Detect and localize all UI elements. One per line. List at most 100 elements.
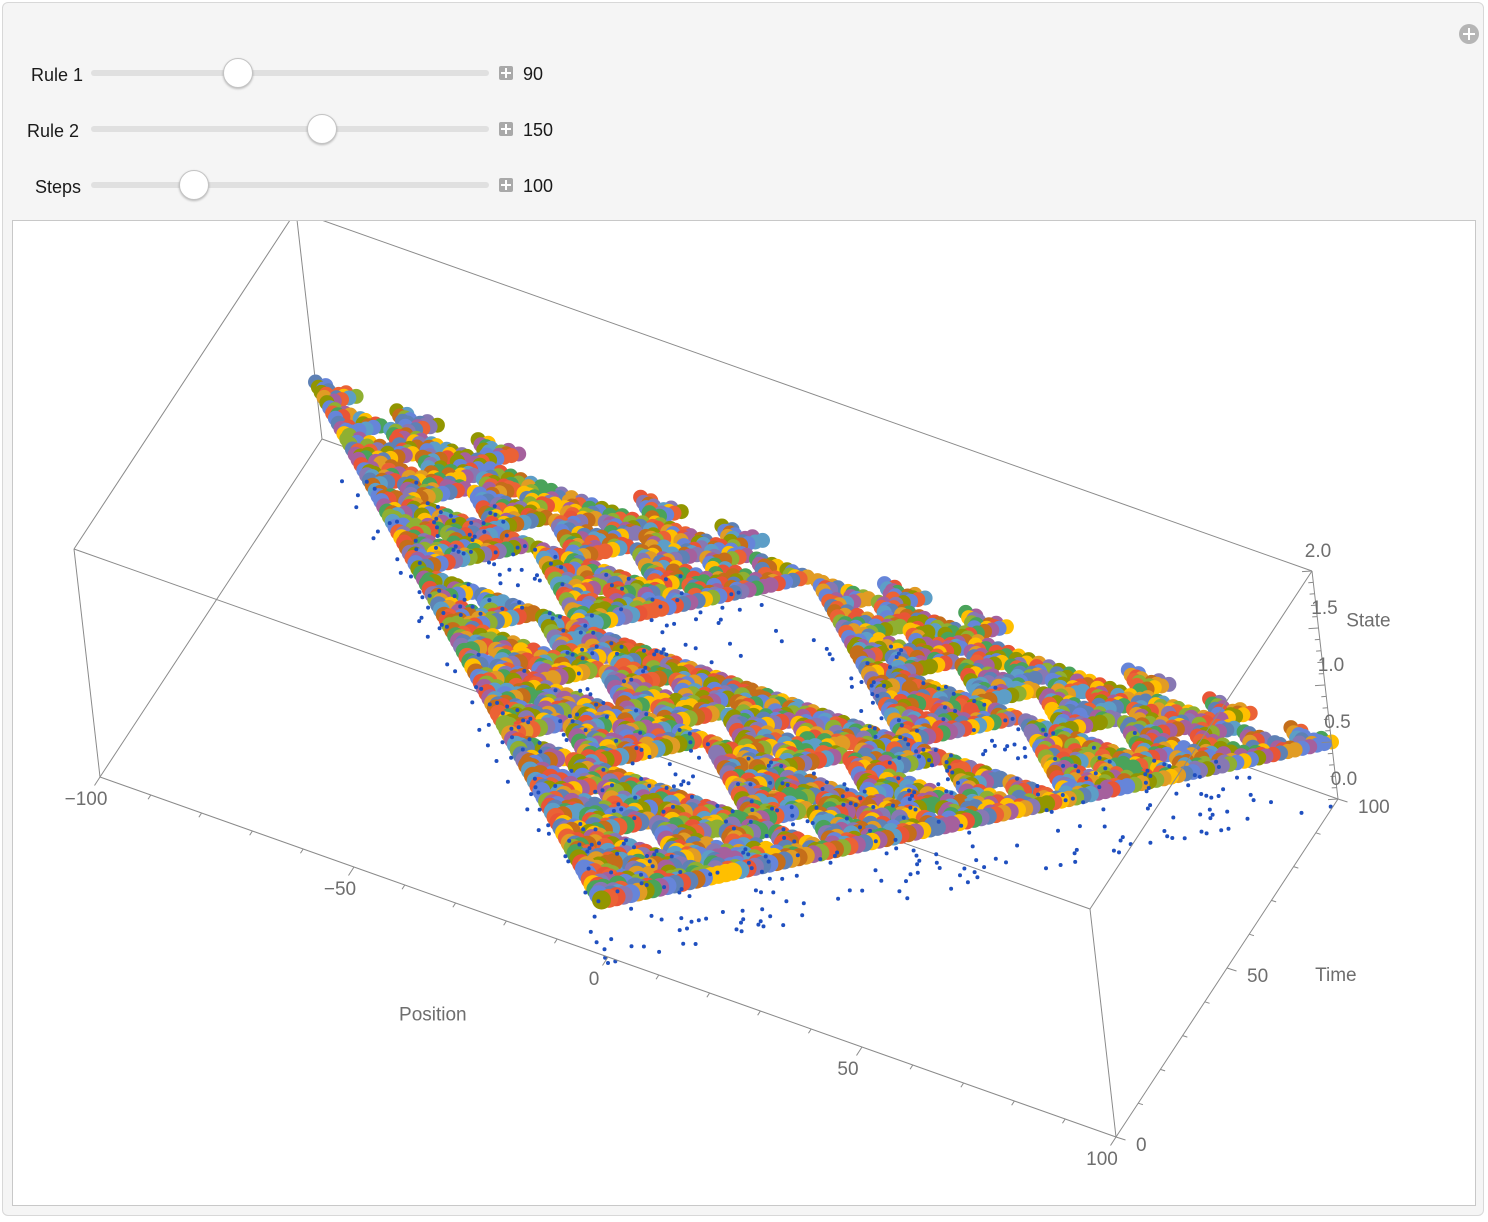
add-icon[interactable] [1459,24,1479,44]
data-point-small [647,859,652,864]
position-tick [554,938,558,944]
time-tick [1182,1035,1188,1038]
data-point-small [1143,772,1148,777]
data-point-small [779,764,784,768]
data-point-small [456,549,461,554]
data-point-small [546,831,551,836]
data-point-small [451,547,456,552]
rule1-expand-icon[interactable] [499,66,513,80]
data-point-small [835,850,840,855]
steps-slider-thumb[interactable] [179,170,210,200]
data-point-small [1207,807,1212,812]
data-point-small [814,805,819,810]
data-point-small [891,803,895,808]
data-point-small [1148,803,1153,808]
data-point-small [632,845,636,850]
data-point-small [645,854,649,858]
data-point-small [871,680,876,685]
data-point-small [896,718,901,723]
data-point-small [633,795,638,800]
data-point-small [559,565,564,570]
data-point-small [832,853,837,858]
data-point-small [1210,812,1215,817]
plot-area[interactable]: −100 −50 0 50 100 0 50 100 0.0 0.5 1.0 1.5 2.0 Posit… [12,220,1476,1206]
data-point-small [873,868,878,873]
data-point-small [800,913,805,918]
data-point-small [570,652,575,657]
data-point-small [915,728,919,733]
data-point-small [897,889,902,894]
data-point-small [538,749,543,754]
data-point-small [672,621,677,626]
data-point-small [609,870,614,875]
data-point-small [1248,792,1253,797]
data-point-small [879,716,884,721]
time-tick [1204,1001,1210,1004]
data-point-small [663,577,668,582]
data-point-small [510,735,514,740]
data-point-small [1043,732,1048,737]
position-tick [706,992,711,998]
data-point-small [1093,771,1098,776]
data-point-small [690,794,694,799]
data-point-small [1022,746,1027,751]
data-point-small [763,854,768,859]
data-point-small [590,651,595,656]
data-point-small [564,738,569,742]
rule2-slider[interactable] [91,126,489,132]
data-point-small [448,513,453,518]
data-point-small [681,779,686,784]
data-point-small [641,669,646,674]
data-point-small [641,944,646,949]
data-point-small [936,686,941,691]
data-point-small [629,906,634,911]
position-tick-label: 50 [837,1059,858,1080]
data-point-small [639,872,643,877]
data-point-small [965,880,970,885]
data-point-small [681,941,686,946]
data-point-small [782,835,787,840]
data-point-small [941,717,946,722]
position-tick [757,1010,761,1016]
data-point-small [673,772,678,777]
data-point-small [993,685,998,690]
data-point-small [749,866,754,871]
state-tick-label: 0.0 [1331,769,1357,790]
state-tick [1321,741,1332,744]
data-point-small [1216,765,1221,769]
data-point-small [933,748,938,752]
rule2-slider-thumb[interactable] [306,114,337,144]
time-tick [1271,899,1277,903]
rule1-slider[interactable] [91,70,489,76]
data-point-small [658,604,663,609]
box-edge [73,221,291,550]
rule2-expand-icon[interactable] [499,122,513,136]
data-point-small [677,928,682,933]
data-point-small [683,642,688,647]
data-point-small [580,656,585,661]
data-point-small [696,918,701,923]
data-point-small [437,588,442,593]
steps-expand-icon[interactable] [499,178,513,192]
data-point-small [693,942,698,946]
time-tick [1160,1068,1166,1072]
data-point-small [1003,747,1007,752]
time-tick [1115,1136,1126,1141]
data-point-small [781,923,786,928]
data-point-small [1101,807,1106,812]
data-point-small [639,881,644,886]
scatter-3d-plot[interactable]: −100−500501000501000.00.51.01.52.0 Posit… [13,221,1475,1205]
data-point-small [652,652,657,657]
data-point-small [591,630,596,635]
data-point-small [729,592,734,597]
time-tick-label: 0 [1136,1135,1147,1156]
state-tick-label: 1.0 [1318,655,1344,676]
data-point-small [1197,774,1202,779]
state-tick-label: 1.5 [1311,598,1337,619]
data-point-small [482,529,487,534]
data-point-small [792,839,797,844]
steps-slider[interactable] [91,182,489,188]
data-point-small [911,848,916,853]
rule1-slider-thumb[interactable] [223,58,254,88]
data-point-small [536,828,541,833]
